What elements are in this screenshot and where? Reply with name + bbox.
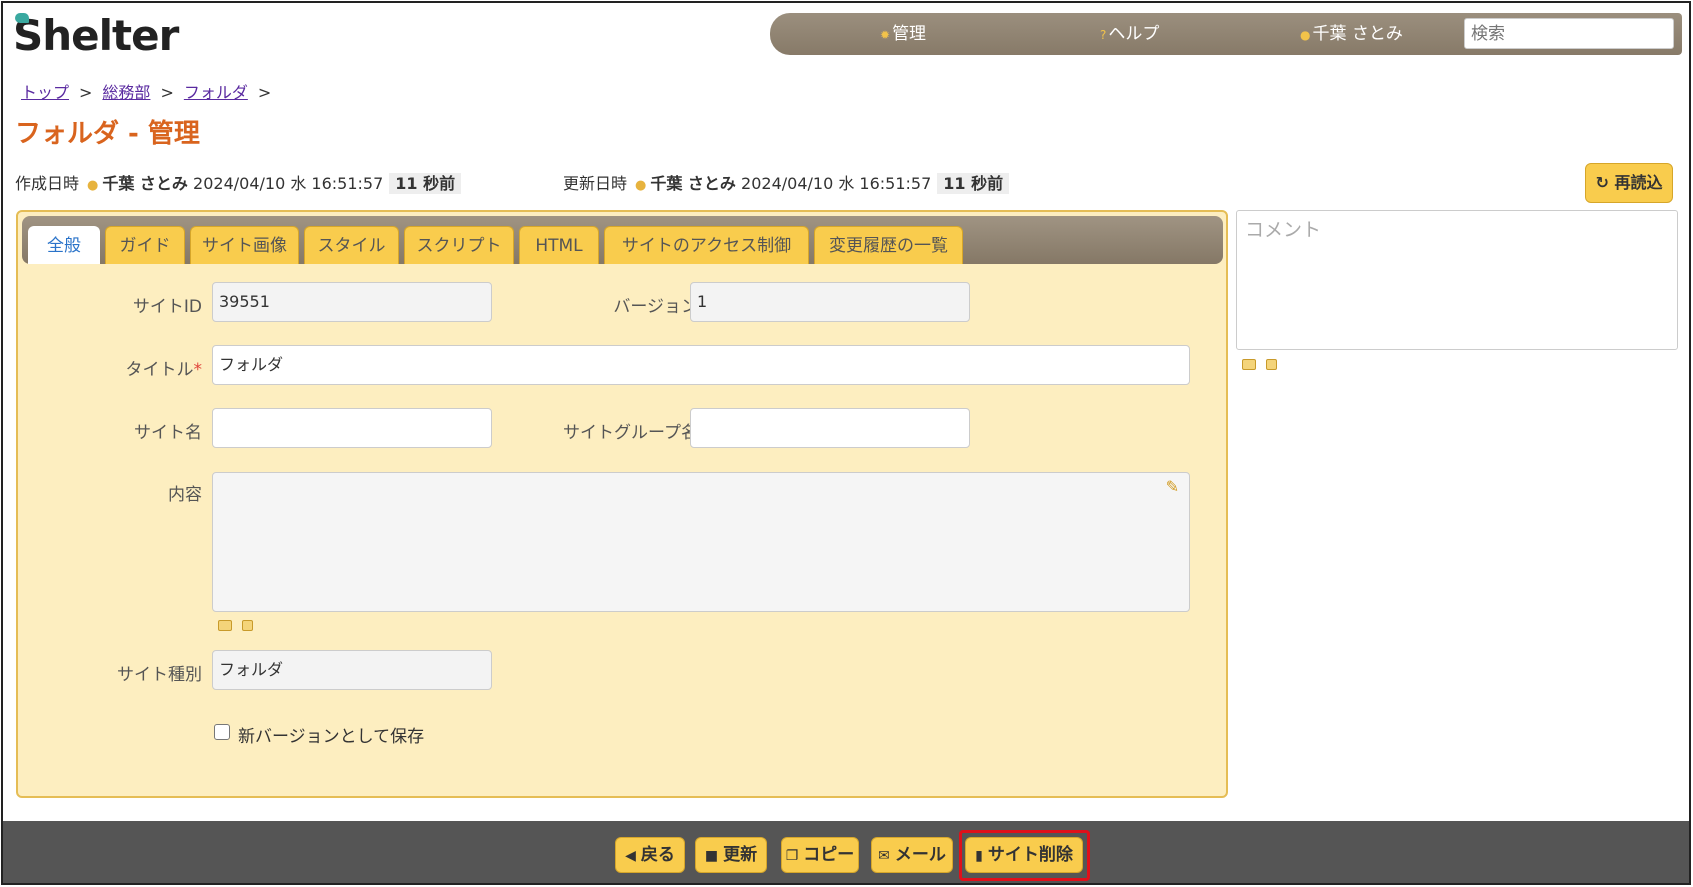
- copy-label: コピー: [803, 845, 855, 865]
- content-textarea[interactable]: ✎: [212, 472, 1190, 612]
- required-mark: *: [193, 360, 203, 380]
- updated-time: 2024/04/10 水 16:51:57: [741, 174, 932, 193]
- user-icon: ●: [87, 178, 99, 193]
- page-title: フォルダ - 管理: [15, 119, 200, 149]
- mail-icon: ✉: [878, 848, 890, 864]
- updated-user[interactable]: 千葉 さとみ: [650, 174, 736, 193]
- comment-textarea[interactable]: コメント: [1236, 210, 1678, 350]
- breadcrumb-separator: >: [160, 83, 174, 102]
- created-time: 2024/04/10 水 16:51:57: [193, 174, 384, 193]
- nav-help-label: ヘルプ: [1108, 24, 1160, 44]
- update-button[interactable]: ■ 更新: [695, 837, 767, 873]
- created-label: 作成日時: [15, 174, 80, 193]
- copy-icon: ❐: [785, 848, 799, 864]
- tab-bar: 全般 ガイド サイト画像 スタイル スクリプト HTML サイトのアクセス制御 …: [22, 216, 1223, 264]
- title-label: タイトル*: [78, 355, 203, 380]
- breadcrumb-separator: >: [79, 83, 93, 102]
- breadcrumb-top[interactable]: トップ: [21, 83, 69, 102]
- tab-site-image[interactable]: サイト画像: [190, 226, 299, 264]
- updated-info: 更新日時 ● 千葉 さとみ 2024/04/10 水 16:51:57 11 秒前: [563, 170, 1010, 194]
- tab-script[interactable]: スクリプト: [404, 226, 514, 264]
- image-icon[interactable]: [1242, 359, 1256, 370]
- save-new-version-label: 新バージョンとして保存: [238, 727, 425, 747]
- logo-text: Shelter: [13, 11, 179, 60]
- back-label: 戻る: [640, 845, 675, 865]
- site-type-field: フォルダ: [212, 650, 492, 690]
- footer-toolbar: ◀ 戻る ■ 更新 ❐ コピー ✉ メール ▮ サイト削除: [3, 821, 1689, 883]
- question-icon: ?: [1100, 28, 1107, 42]
- top-navigation: ✹ 管理 ? ヘルプ ● 千葉 さとみ: [770, 13, 1682, 55]
- tab-html[interactable]: HTML: [519, 226, 599, 264]
- app-logo[interactable]: Shelter: [13, 11, 179, 61]
- site-id-label: サイトID: [132, 297, 202, 317]
- site-group-label: サイトグループ名: [563, 423, 698, 443]
- version-field: 1: [690, 282, 970, 322]
- pencil-icon[interactable]: ✎: [1166, 479, 1179, 495]
- created-user[interactable]: 千葉 さとみ: [102, 174, 188, 193]
- tab-access-control[interactable]: サイトのアクセス制御: [604, 226, 809, 264]
- nav-manage-label: 管理: [892, 24, 927, 44]
- attachment-icon[interactable]: [1266, 359, 1277, 370]
- breadcrumb-folder[interactable]: フォルダ: [184, 83, 248, 102]
- user-icon: ●: [635, 178, 647, 193]
- site-name-label: サイト名: [134, 423, 202, 443]
- back-arrow-icon: ◀: [625, 848, 636, 864]
- nav-help[interactable]: ? ヘルプ: [1100, 13, 1159, 55]
- tab-change-history[interactable]: 変更履歴の一覧: [814, 226, 963, 264]
- site-id-field: 39551: [212, 282, 492, 322]
- reload-button[interactable]: ↻ 再読込: [1585, 163, 1673, 203]
- title-input[interactable]: フォルダ: [212, 345, 1190, 385]
- content-label: 内容: [168, 485, 202, 505]
- tab-style[interactable]: スタイル: [304, 226, 399, 264]
- site-group-input[interactable]: [690, 408, 970, 448]
- reload-label: 再読込: [1614, 173, 1663, 192]
- site-type-label: サイト種別: [117, 665, 202, 685]
- created-info: 作成日時 ● 千葉 さとみ 2024/04/10 水 16:51:57 11 秒前: [15, 170, 462, 194]
- save-icon: ■: [704, 848, 719, 864]
- search-input[interactable]: [1464, 18, 1674, 49]
- created-ago-badge: 11 秒前: [389, 173, 462, 194]
- updated-label: 更新日時: [563, 174, 628, 193]
- nav-user[interactable]: ● 千葉 さとみ: [1300, 13, 1403, 55]
- version-label: バージョン: [613, 297, 698, 317]
- gear-icon: ✹: [880, 28, 891, 42]
- copy-button[interactable]: ❐ コピー: [781, 837, 859, 873]
- back-button[interactable]: ◀ 戻る: [615, 837, 685, 873]
- attachment-icon[interactable]: [242, 620, 253, 631]
- editor-panel: 全般 ガイド サイト画像 スタイル スクリプト HTML サイトのアクセス制御 …: [16, 210, 1228, 798]
- highlight-box: [959, 830, 1090, 881]
- mail-button[interactable]: ✉ メール: [871, 837, 953, 873]
- breadcrumb-soumubu[interactable]: 総務部: [102, 83, 150, 102]
- tab-general[interactable]: 全般: [28, 226, 100, 264]
- breadcrumb: トップ > 総務部 > フォルダ >: [21, 79, 281, 103]
- nav-manage[interactable]: ✹ 管理: [880, 13, 926, 55]
- mail-label: メール: [894, 845, 946, 865]
- site-name-input[interactable]: [212, 408, 492, 448]
- updated-ago-badge: 11 秒前: [937, 173, 1010, 194]
- update-label: 更新: [723, 845, 758, 865]
- leaf-icon: [15, 13, 29, 23]
- breadcrumb-separator: >: [257, 83, 272, 102]
- image-icon[interactable]: [218, 620, 232, 631]
- nav-user-label: 千葉 さとみ: [1312, 24, 1403, 44]
- app-window: Shelter ✹管理 ?ヘルプ ●千葉 さとみ トップ>総務部>フォルダ> フ…: [1, 1, 1691, 885]
- user-icon: ●: [1300, 28, 1311, 42]
- save-new-version-checkbox[interactable]: [214, 724, 230, 740]
- tab-guide[interactable]: ガイド: [105, 226, 185, 264]
- title-label-text: タイトル: [125, 360, 194, 380]
- refresh-icon: ↻: [1595, 173, 1609, 192]
